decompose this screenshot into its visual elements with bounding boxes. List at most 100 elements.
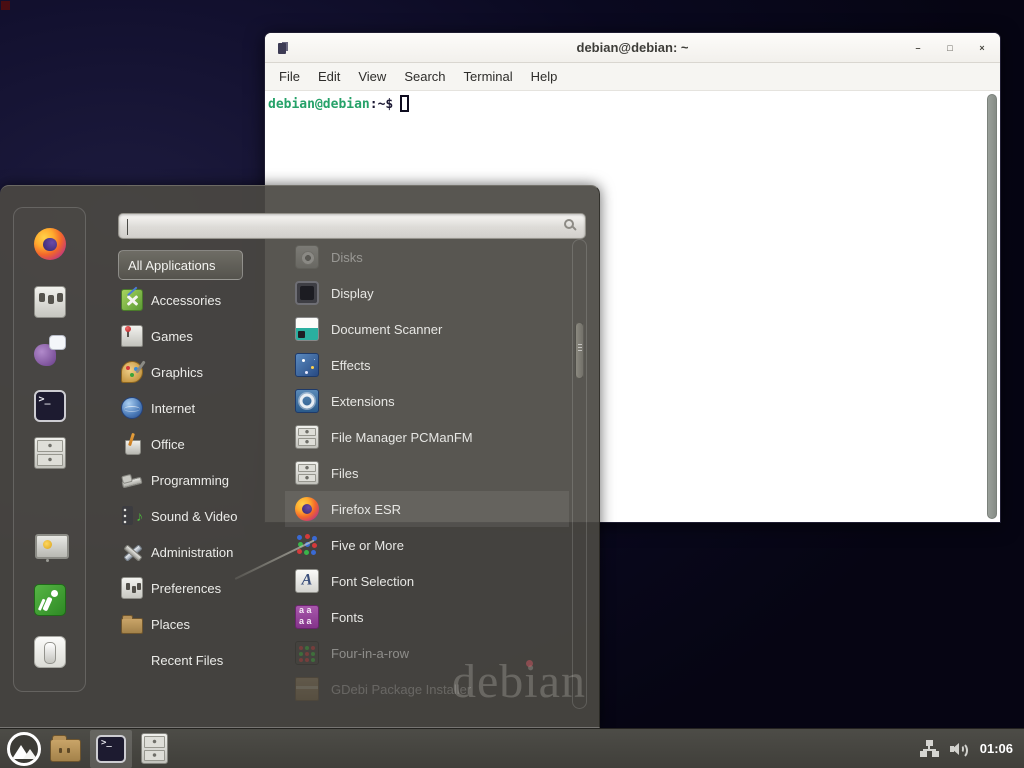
app-document-scanner[interactable]: Document Scanner [285,311,569,347]
app-five-or-more[interactable]: Five or More [285,527,569,563]
terminal-title: debian@debian: ~ [577,40,689,55]
menubar-item-file[interactable]: File [270,69,309,84]
files-launcher[interactable] [141,733,168,764]
disks-icon [295,245,319,269]
terminal-task-button[interactable] [90,730,132,768]
terminal-titlebar[interactable]: debian@debian: ~ – □ × [265,33,1000,63]
file-cabinet-icon[interactable] [34,437,66,469]
app-file-manager-pcmanfm[interactable]: File Manager PCManFM [285,419,569,455]
administration-icon [121,541,143,563]
app-label: Disks [331,250,363,265]
category-label: Programming [151,473,229,488]
five-or-more-icon [295,533,319,557]
app-extensions[interactable]: Extensions [285,383,569,419]
fonts-icon [295,605,319,629]
extensions-icon [295,389,319,413]
places-icon [121,618,143,634]
system-tray: 01:06 [919,740,1017,757]
app-four-in-a-row[interactable]: Four-in-a-row [285,635,569,671]
screensaver-icon[interactable] [34,532,66,564]
files-icon [295,461,319,485]
application-list-scrollbar[interactable] [572,239,587,709]
document-scanner-icon [295,317,319,341]
app-label: GDebi Package Installer [331,682,471,697]
terminal-app-icon [278,43,286,54]
scrollbar-thumb[interactable] [575,322,584,379]
menubar-item-edit[interactable]: Edit [309,69,349,84]
games-icon [121,325,143,347]
volume-icon[interactable] [950,741,969,757]
firefox-icon[interactable] [34,228,66,260]
close-button[interactable]: × [976,43,988,53]
menu-button[interactable] [7,732,41,766]
minimize-button[interactable]: – [912,43,924,53]
application-menu: All Applications AccessoriesGames Graphic… [0,185,600,728]
corner-artifact [1,1,10,10]
window-buttons: – □ × [912,33,988,63]
menubar-item-help[interactable]: Help [522,69,567,84]
all-applications-button[interactable]: All Applications [118,250,243,280]
pidgin-icon[interactable] [34,334,66,366]
maximize-button[interactable]: □ [944,43,956,53]
category-label: Office [151,437,185,452]
menubar-item-search[interactable]: Search [395,69,454,84]
app-gdebi-package-installer[interactable]: GDebi Package Installer [285,671,569,707]
category-places[interactable]: Places [118,606,268,642]
app-display[interactable]: Display [285,275,569,311]
category-games[interactable]: Games [118,318,268,354]
app-label: Files [331,466,358,481]
search-input[interactable] [119,214,585,238]
search-icon [564,219,574,229]
category-label: Places [151,617,190,632]
prompt-path: :~$ [370,97,393,112]
menu-favorites-sidebar [13,207,86,692]
category-label: Internet [151,401,195,416]
category-label: Administration [151,545,233,560]
category-preferences[interactable]: Preferences [118,570,268,606]
app-fonts[interactable]: Fonts [285,599,569,635]
four-in-a-row-icon [295,641,319,665]
terminal-icon[interactable] [34,390,66,422]
logout-icon[interactable] [34,584,66,616]
app-label: Four-in-a-row [331,646,409,661]
app-font-selection[interactable]: Font Selection [285,563,569,599]
category-internet[interactable]: Internet [118,390,268,426]
clock[interactable]: 01:06 [980,741,1013,756]
graphics-icon [121,361,143,383]
office-icon [121,433,143,455]
category-label: Recent Files [151,653,223,668]
category-administration[interactable]: Administration [118,534,268,570]
category-label: Graphics [151,365,203,380]
category-label: Preferences [151,581,221,596]
app-disks[interactable]: Disks [285,239,569,275]
category-accessories[interactable]: Accessories [118,282,268,318]
category-graphics[interactable]: Graphics [118,354,268,390]
file-manager-launcher[interactable] [50,739,81,762]
menubar-item-view[interactable]: View [349,69,395,84]
category-office[interactable]: Office [118,426,268,462]
category-sound-video[interactable]: Sound & Video [118,498,268,534]
search-box[interactable] [118,213,586,239]
text-caret [127,219,128,235]
category-programming[interactable]: Programming [118,462,268,498]
app-label: Font Selection [331,574,414,589]
category-recent-files[interactable]: Recent Files [118,642,268,678]
menubar-item-terminal[interactable]: Terminal [455,69,522,84]
application-list: Disks Display Document ScannerEffectsExten… [285,239,569,709]
terminal-menubar: FileEditViewSearchTerminalHelp [265,63,1000,91]
programming-icon [121,469,143,491]
app-files[interactable]: Files [285,455,569,491]
app-firefox-esr[interactable]: Firefox ESR [285,491,569,527]
app-effects[interactable]: Effects [285,347,569,383]
firefox-icon [295,497,319,521]
all-applications-label: All Applications [128,258,215,273]
app-label: Display [331,286,374,301]
shutdown-icon[interactable] [34,636,66,668]
accessories-icon [121,289,143,311]
preferences-icon [121,577,143,599]
app-label: Fonts [331,610,364,625]
terminal-scrollbar[interactable] [987,94,997,519]
control-center-icon[interactable] [34,286,66,318]
network-icon[interactable] [919,740,939,757]
terminal-cursor [400,95,409,112]
